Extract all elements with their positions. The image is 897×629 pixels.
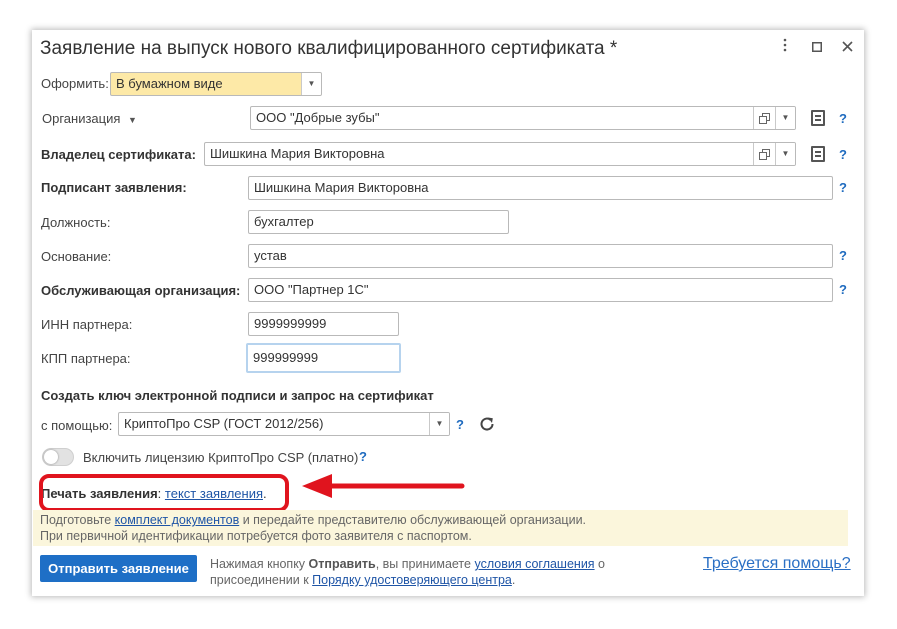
owner-value: Шишкина Мария Викторовна: [210, 146, 385, 161]
document-list-icon[interactable]: [811, 110, 825, 126]
crypto-provider-select[interactable]: КриптоПро CSP (ГОСТ 2012/256) ▼: [118, 412, 450, 436]
help-icon[interactable]: ?: [839, 147, 847, 162]
key-section-heading: Создать ключ электронной подписи и запро…: [41, 388, 434, 403]
organization-field[interactable]: ООО "Добрые зубы" ▼: [250, 106, 796, 130]
organization-label[interactable]: Организация ▼: [42, 111, 137, 126]
format-select[interactable]: В бумажном виде ▼: [110, 72, 322, 96]
owner-field[interactable]: Шишкина Мария Викторовна ▼: [204, 142, 796, 166]
signer-label: Подписант заявления:: [41, 180, 187, 195]
chevron-down-icon[interactable]: ▼: [429, 413, 449, 435]
owner-label: Владелец сертификата:: [41, 147, 196, 162]
position-value: бухгалтер: [254, 214, 314, 229]
chevron-down-icon[interactable]: ▼: [775, 107, 795, 129]
help-icon[interactable]: ?: [839, 282, 847, 297]
agree-prefix: Нажимая кнопку: [210, 557, 309, 571]
ca-procedure-link[interactable]: Порядку удостоверяющего центра: [312, 573, 512, 587]
format-value: В бумажном виде: [116, 76, 223, 91]
inn-label: ИНН партнера:: [41, 317, 133, 332]
via-label: с помощью:: [41, 418, 113, 433]
crypto-provider-value: КриптоПро CSP (ГОСТ 2012/256): [124, 416, 324, 431]
agree-line2-prefix: присоединении к: [210, 573, 313, 587]
position-label: Должность:: [41, 215, 111, 230]
certificate-request-window: Заявление на выпуск нового квалифицирова…: [32, 30, 864, 596]
info-panel: Подготовьте комплект документов и переда…: [33, 510, 848, 546]
help-icon[interactable]: ?: [839, 111, 847, 126]
agree-suffix: о: [594, 557, 606, 571]
help-icon[interactable]: ?: [359, 449, 367, 464]
format-label: Оформить:: [41, 76, 109, 91]
agree-line2-suffix: .: [511, 573, 516, 587]
help-icon[interactable]: ?: [456, 417, 464, 432]
agreement-text: Нажимая кнопку Отправить, вы принимаете …: [210, 556, 605, 588]
position-field[interactable]: бухгалтер: [248, 210, 509, 234]
service-org-value: ООО "Партнер 1С": [254, 282, 369, 297]
help-icon[interactable]: ?: [839, 180, 847, 195]
highlight-box: [39, 474, 289, 512]
send-request-button[interactable]: Отправить заявление: [40, 555, 197, 582]
documents-kit-link[interactable]: комплект документов: [115, 513, 240, 527]
organization-label-text: Организация: [42, 111, 121, 126]
kpp-label: КПП партнера:: [41, 351, 131, 366]
signer-value: Шишкина Мария Викторовна: [254, 180, 429, 195]
info-line-2: При первичной идентификации потребуется …: [40, 529, 472, 543]
window-title: Заявление на выпуск нового квалифицирова…: [40, 38, 618, 59]
service-org-field[interactable]: ООО "Партнер 1С": [248, 278, 833, 302]
info-line-1: Подготовьте комплект документов и переда…: [40, 513, 586, 527]
need-help-link[interactable]: Требуется помощь?: [703, 555, 851, 573]
agreement-terms-link[interactable]: условия соглашения: [474, 557, 594, 571]
chevron-down-icon[interactable]: ▼: [301, 73, 321, 95]
open-form-icon[interactable]: [753, 143, 775, 165]
open-form-icon[interactable]: [753, 107, 775, 129]
chevron-down-icon[interactable]: ▼: [775, 143, 795, 165]
basis-value: устав: [254, 248, 287, 263]
arrow-left-icon: [300, 472, 468, 503]
inn-value: 9999999999: [254, 316, 327, 331]
license-label: Включить лицензию КриптоПро CSP (платно): [83, 450, 359, 465]
basis-label: Основание:: [41, 249, 112, 264]
inn-field[interactable]: 9999999999: [248, 312, 399, 336]
kpp-value: 999999999: [253, 350, 319, 365]
info-line-1-prefix: Подготовьте: [40, 513, 115, 527]
agree-mid: , вы принимаете: [375, 557, 475, 571]
help-icon[interactable]: ?: [839, 248, 847, 263]
document-list-icon[interactable]: [811, 146, 825, 162]
maximize-icon[interactable]: [808, 38, 826, 58]
refresh-icon[interactable]: [478, 415, 496, 436]
agree-bold: Отправить: [308, 557, 376, 571]
info-line-1-suffix: и передайте представителю обслуживающей …: [239, 513, 587, 527]
more-vertical-icon[interactable]: [776, 38, 794, 58]
close-icon[interactable]: [838, 38, 856, 58]
basis-field[interactable]: устав: [248, 244, 833, 268]
kpp-field[interactable]: 999999999: [246, 343, 401, 373]
service-org-label: Обслуживающая организация:: [41, 283, 241, 298]
caret-down-icon: ▼: [128, 115, 137, 125]
organization-value: ООО "Добрые зубы": [256, 110, 380, 125]
signer-field[interactable]: Шишкина Мария Викторовна: [248, 176, 833, 200]
license-toggle[interactable]: [42, 448, 74, 466]
